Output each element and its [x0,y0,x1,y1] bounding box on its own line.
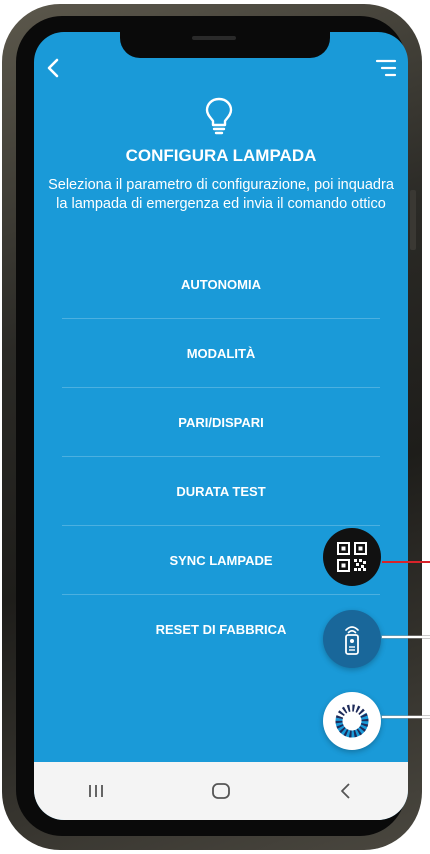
annotation-pointer-sync [382,716,430,718]
sync-button[interactable] [323,692,381,750]
home-button[interactable] [201,776,241,806]
qr-code-icon [337,542,367,572]
page-description: Seleziona il parametro di configurazione… [48,177,394,212]
option-autonomia[interactable]: AUTONOMIA [62,250,380,319]
system-back-button[interactable] [326,776,366,806]
back-icon [340,783,350,799]
remote-control-icon [345,626,359,655]
sync-ring-icon [335,704,369,738]
menu-icon[interactable] [374,56,398,80]
annotation-pointer-qr [382,561,430,563]
app-screen: CONFIGURA LAMPADA Seleziona il parametro… [34,32,408,820]
phone-speaker [192,36,236,40]
option-modalita[interactable]: MODALITÀ [62,319,380,388]
page-title: CONFIGURA LAMPADA [125,146,317,165]
recent-apps-button[interactable] [76,776,116,806]
option-durata-test[interactable]: DURATA TEST [62,457,380,526]
options-list: AUTONOMIA MODALITÀ PARI/DISPARI DURATA T… [34,250,408,663]
side-button [410,190,416,250]
remote-command-button[interactable] [323,610,381,668]
system-navbar [34,762,408,820]
option-pari-dispari[interactable]: PARI/DISPARI [62,388,380,457]
qr-scan-button[interactable] [323,528,381,586]
chevron-left-icon[interactable] [42,56,66,80]
recent-apps-icon [89,785,104,797]
annotation-pointer-remote [382,636,430,638]
home-icon [212,783,230,799]
lightbulb-icon [205,97,233,135]
